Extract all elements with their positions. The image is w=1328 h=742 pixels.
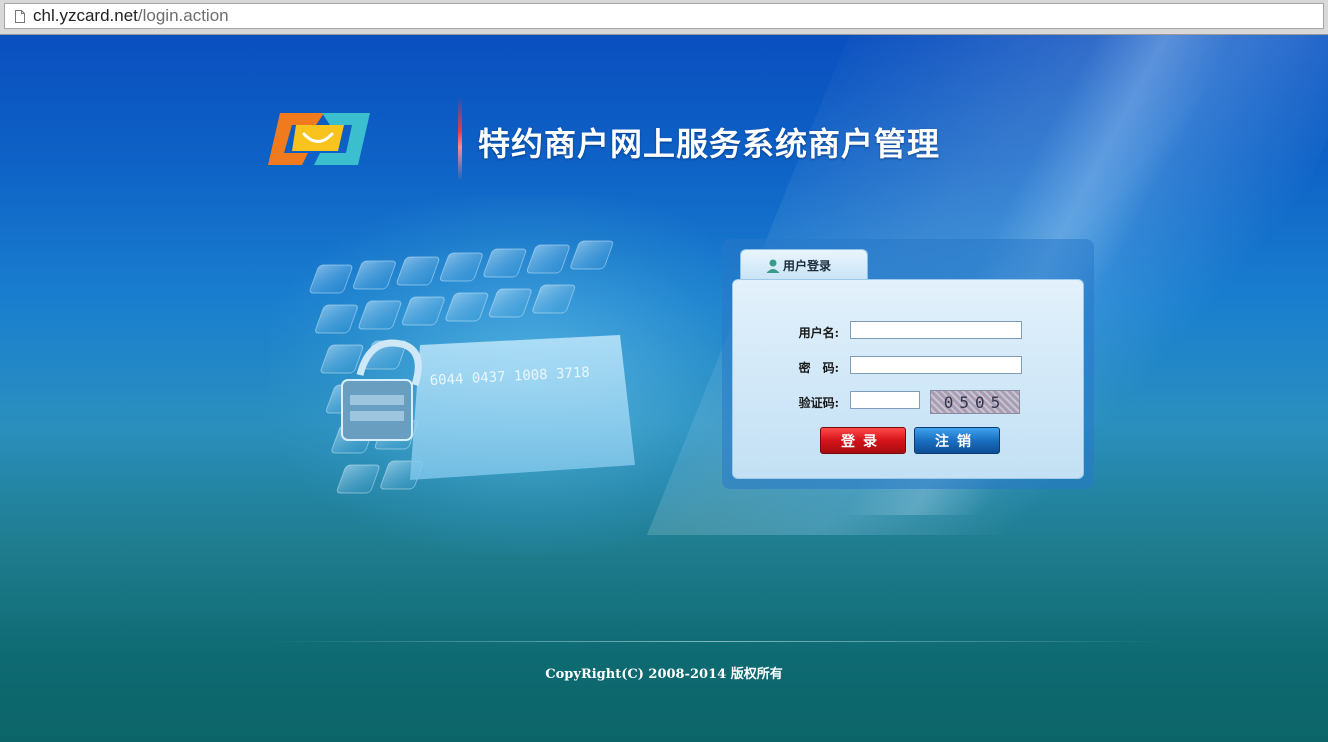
user-icon: [766, 259, 780, 273]
login-page: 特约商户网上服务系统商户管理 6044 0437 1008 3718 用户登录 …: [0, 35, 1328, 742]
cancel-button[interactable]: 注销: [914, 427, 1000, 454]
brand-logo: [268, 113, 370, 165]
password-label: 密 码:: [798, 361, 839, 375]
page-title: 特约商户网上服务系统商户管理: [478, 125, 941, 163]
keyboard-card-illustration: 6044 0437 1008 3718: [309, 240, 635, 494]
title-divider: [458, 97, 462, 181]
login-form: 用户名: 密 码: 验证码: 0505 登录 注销: [732, 279, 1084, 479]
footer-divider: [266, 641, 1166, 642]
captcha-image[interactable]: 0505: [930, 390, 1020, 414]
password-input[interactable]: [850, 356, 1022, 374]
url-field[interactable]: chl.yzcard.net/login.action: [4, 3, 1324, 29]
captcha-input[interactable]: [850, 391, 920, 409]
url-path: /login.action: [137, 6, 229, 25]
login-panel: 用户登录 用户名: 密 码: 验证码: 0505 登录 注销: [722, 239, 1094, 489]
username-label: 用户名:: [798, 326, 839, 340]
captcha-label: 验证码:: [798, 396, 839, 410]
username-input[interactable]: [850, 321, 1022, 339]
login-button[interactable]: 登录: [820, 427, 906, 454]
copyright-text: CopyRight(C) 2008-2014 版权所有: [545, 667, 783, 682]
tab-user-login[interactable]: 用户登录: [740, 249, 868, 281]
browser-address-bar: chl.yzcard.net/login.action: [0, 0, 1328, 35]
url-host: chl.yzcard.net: [33, 6, 138, 25]
page-icon: [15, 9, 25, 23]
login-tab-label: 用户登录: [783, 259, 832, 273]
